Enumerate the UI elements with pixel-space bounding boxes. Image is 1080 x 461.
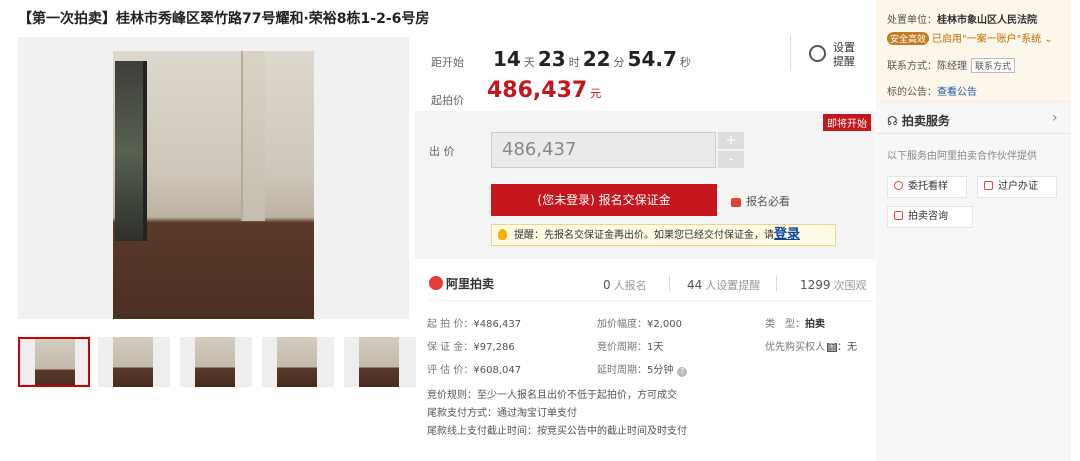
bid-panel: 即将开始 出 价 486,437 + - (您未登录) 报名交保证金 报名必看 … <box>415 111 875 259</box>
thumbnail-5[interactable] <box>344 337 416 387</box>
decrease-bid-button[interactable]: - <box>718 151 744 168</box>
detail-type: 类 型：拍卖 <box>765 319 825 330</box>
thumbnail-strip <box>18 337 416 389</box>
headset-icon: ☊ <box>887 114 902 128</box>
detail-start-price: 起 拍 价：¥486,437 <box>427 319 522 330</box>
view-notice-link[interactable]: 查看公告 <box>937 87 977 98</box>
bid-label: 出 价 <box>429 145 455 158</box>
signup-count: 0 人报名 <box>603 278 647 292</box>
detail-deposit: 保 证 金：¥97,286 <box>427 342 515 353</box>
starting-price: 486,437 元 <box>487 78 602 103</box>
window <box>115 61 147 241</box>
shield-icon: 安全高效 <box>887 32 930 45</box>
detail-increment: 加价幅度：¥2,000 <box>597 319 682 330</box>
thumbnail-4[interactable] <box>262 337 334 387</box>
signup-deposit-button[interactable]: (您未登录) 报名交保证金 <box>491 184 717 216</box>
detail-priority: 优先购买权人 图：无 <box>765 342 857 353</box>
detail-delay: 延时周期：5分钟? <box>597 361 688 377</box>
payment-deadline: 尾款线上支付截止时间：按竞买公告中的截止时间及时支付 <box>427 426 687 437</box>
detail-cycle: 竞价周期：1天 <box>597 342 664 353</box>
detail-appraisal: 评 估 价：¥608,047 <box>427 365 522 376</box>
main-photo <box>18 37 409 319</box>
login-link[interactable]: 登录 <box>774 227 800 242</box>
must-read-link[interactable]: 报名必看 <box>731 193 790 209</box>
contact-row: 联系方式：陈经理 联系方式 <box>887 57 1016 73</box>
bid-input[interactable]: 486,437 <box>491 132 716 168</box>
chevron-down-icon: ⌄ <box>1041 34 1053 45</box>
countdown-label: 距开始 <box>431 56 464 69</box>
contact-button[interactable]: 联系方式 <box>971 58 1016 73</box>
coins-icon <box>731 197 741 207</box>
room-photo <box>113 51 314 319</box>
login-tip: 提醒：先报名交保证金再出价。如果您已经交付保证金，请登录 <box>491 224 836 246</box>
thumbnail-2[interactable] <box>98 337 170 387</box>
view-count: 1299 次围观 <box>800 278 867 292</box>
document-icon <box>984 181 993 190</box>
ali-auction-logo: 阿里拍卖 <box>429 275 494 292</box>
priority-info-icon: 图 <box>827 343 837 352</box>
set-reminder-button[interactable]: 设置提醒 <box>790 35 862 71</box>
payment-method: 尾款支付方式：通过淘宝订单支付 <box>427 408 577 419</box>
countdown-days: 14 <box>493 47 521 71</box>
lightbulb-icon <box>498 229 507 240</box>
ali-logo-icon <box>429 276 443 290</box>
increase-bid-button[interactable]: + <box>718 132 744 149</box>
service-title[interactable]: ☊ 拍卖服务 <box>887 112 950 129</box>
countdown-seconds: 54.7 <box>627 47 677 71</box>
countdown-minutes: 22 <box>582 47 611 71</box>
view-sample-button[interactable]: 委托看样 <box>887 176 967 198</box>
bid-rule: 竞价规则：至少一人报名且出价不低于起拍价，方可成交 <box>427 390 677 401</box>
auction-summary: 距开始 14 天 23 时 22 分 54.7 秒 起拍价 486,437 元 设置提醒 <box>415 32 875 110</box>
countdown: 14 天 23 时 22 分 54.7 秒 <box>493 47 691 71</box>
alarm-clock-icon <box>809 45 826 62</box>
thumbnail-1[interactable] <box>18 337 90 387</box>
reminder-count: 44 人设置提醒 <box>687 278 761 292</box>
service-desc: 以下服务由阿里拍卖合作伙伴提供 <box>887 151 1037 162</box>
chat-icon <box>894 211 903 220</box>
transfer-button[interactable]: 过户办证 <box>977 176 1057 198</box>
help-icon[interactable]: ? <box>677 367 688 377</box>
notice-row: 标的公告：查看公告 <box>887 87 977 98</box>
safe-system-row[interactable]: 安全高效 已启用"一案一账户"系统 ⌄ <box>887 30 1053 45</box>
court-info: 处置单位：桂林市象山区人民法院 安全高效 已启用"一案一账户"系统 ⌄ 联系方式：… <box>876 0 1071 102</box>
consult-button[interactable]: 拍卖咨询 <box>887 206 973 228</box>
chevron-right-icon[interactable]: › <box>1052 110 1058 126</box>
court-row: 处置单位：桂林市象山区人民法院 <box>887 15 1037 26</box>
sidebar: 处置单位：桂林市象山区人民法院 安全高效 已启用"一案一账户"系统 ⌄ 联系方式：… <box>876 0 1071 461</box>
listing-title: 【第一次拍卖】桂林市秀峰区翠竹路77号耀和·荣裕8栋1-2-6号房 <box>18 11 430 27</box>
door <box>241 51 265 221</box>
countdown-hours: 23 <box>537 47 566 71</box>
status-badge: 即将开始 <box>823 114 871 131</box>
starting-price-label: 起拍价 <box>431 94 464 107</box>
location-pin-icon <box>894 181 903 190</box>
thumbnail-3[interactable] <box>180 337 252 387</box>
